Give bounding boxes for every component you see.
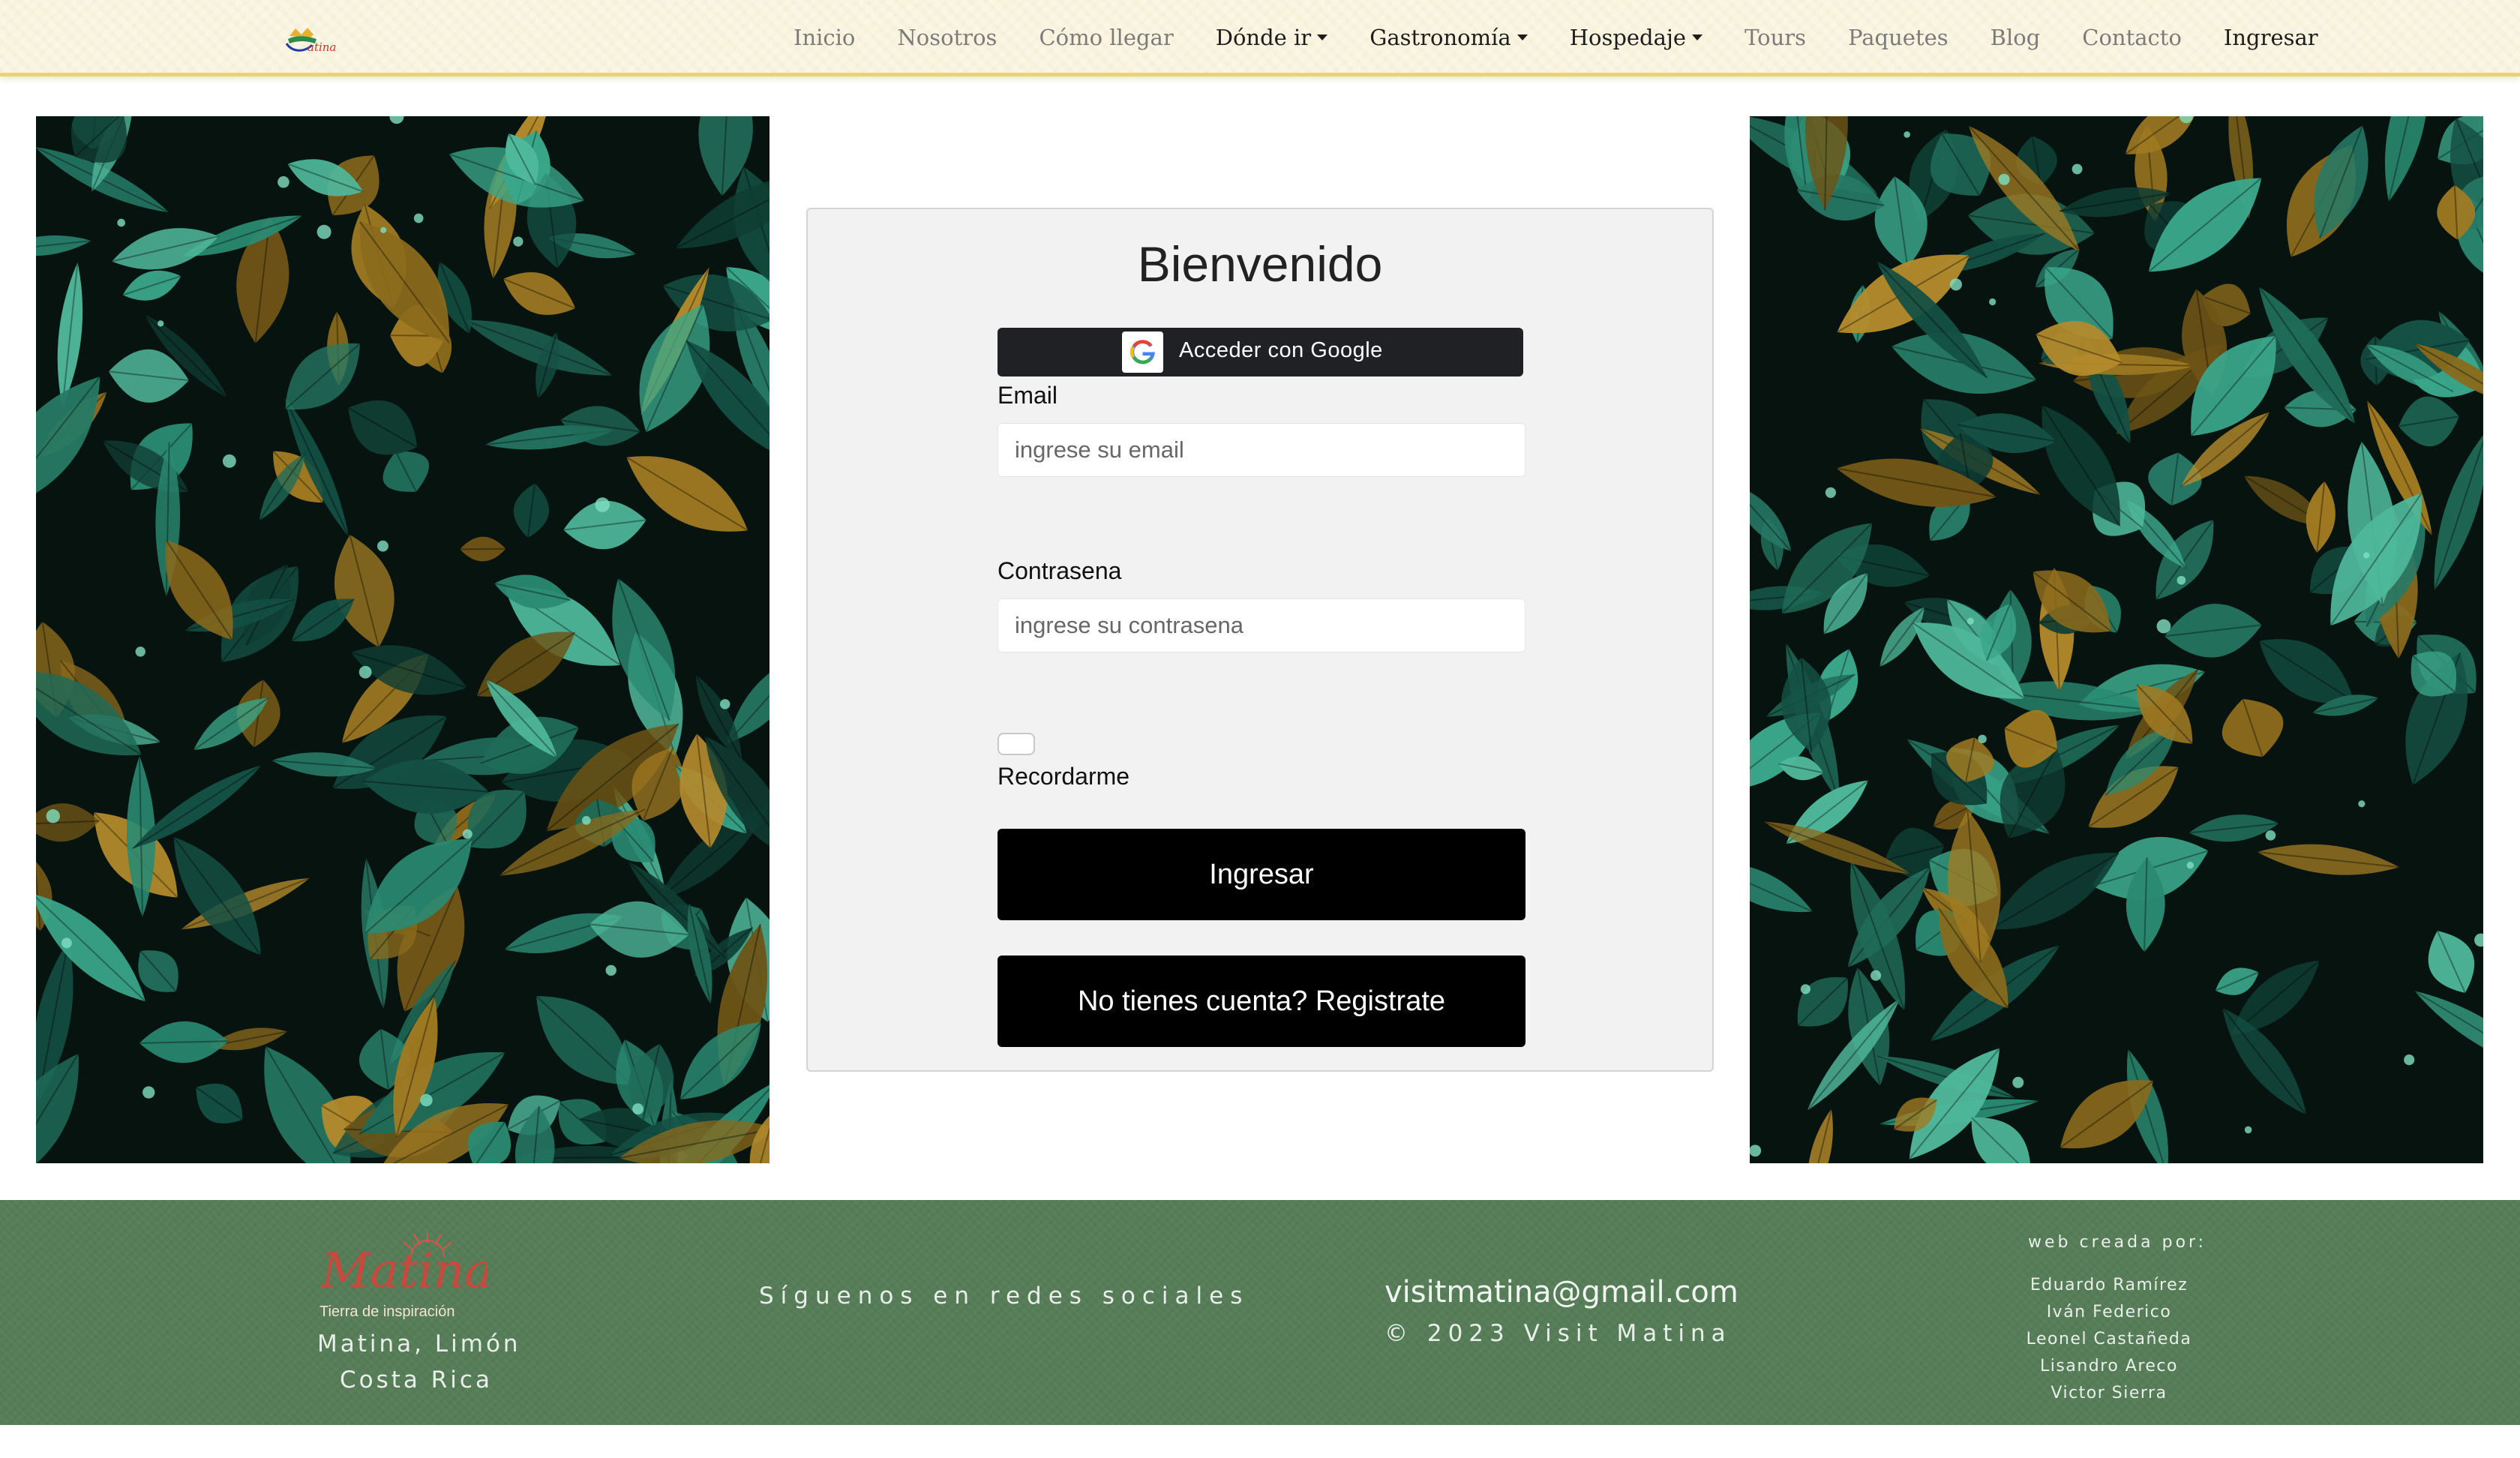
nav-links: Inicio Nosotros Cómo llegar Dónde ir Gastron…	[772, 0, 2339, 75]
nav-link-3[interactable]: Dónde ir	[1195, 25, 1348, 50]
footer-credit-name: Iván Federico	[2046, 1303, 2172, 1322]
nav-link-label: Cómo llegar	[1039, 25, 1174, 50]
nav-link-label: Contacto	[2082, 25, 2182, 50]
password-label: Contrasena	[998, 557, 1122, 584]
caret-down-icon	[1317, 34, 1328, 40]
nav-link-8[interactable]: Blog	[1970, 25, 2062, 50]
nav-link-7[interactable]: Paquetes	[1827, 25, 1970, 50]
nav-link-2[interactable]: Cómo llegar	[1018, 25, 1194, 50]
google-g-icon	[1122, 332, 1163, 373]
nav-link-label: Blog	[1990, 25, 2041, 50]
caret-down-icon	[1692, 34, 1703, 40]
login-card: Bienvenido Acceder con Google Email Cont…	[806, 208, 1714, 1072]
nav-link-1[interactable]: Nosotros	[876, 25, 1018, 50]
footer-logo: Matina	[320, 1233, 488, 1298]
email-input[interactable]	[998, 423, 1526, 477]
nav-link-0[interactable]: Inicio	[772, 25, 876, 50]
nav-link-label: Nosotros	[897, 25, 998, 50]
footer-tagline: Tierra de inspiración	[320, 1304, 455, 1320]
jungle-image-right	[1750, 116, 2483, 1163]
nav-link-10[interactable]: Ingresar	[2203, 25, 2339, 50]
footer-copyright: © 2023 Visit Matina	[1384, 1320, 1732, 1347]
login-submit-button[interactable]: Ingresar	[998, 829, 1526, 920]
footer-email-link[interactable]: visitmatina@gmail.com	[1384, 1275, 1738, 1310]
password-input[interactable]	[998, 598, 1526, 652]
nav-link-label: Ingresar	[2223, 25, 2318, 50]
footer-credit-name: Leonel Castañeda	[2026, 1330, 2192, 1348]
nav-link-label: Hospedaje	[1569, 25, 1687, 50]
nav-link-9[interactable]: Contacto	[2061, 25, 2203, 50]
email-label: Email	[998, 382, 1058, 409]
footer-logo-text: Matina	[320, 1244, 488, 1298]
footer-location-line2: Costa Rica	[340, 1366, 493, 1394]
nav-link-6[interactable]: Tours	[1724, 25, 1827, 50]
footer-credits-list: Eduardo Ramírez Iván Federico Leonel Casta…	[1950, 1272, 2268, 1407]
register-button[interactable]: No tienes cuenta? Registrate	[998, 956, 1526, 1047]
remember-me-label: Recordarme	[998, 763, 1130, 790]
footer-credit-name: Lisandro Areco	[2040, 1357, 2178, 1376]
svg-text:atina: atina	[308, 40, 336, 54]
remember-me-checkbox[interactable]	[998, 733, 1035, 755]
caret-down-icon	[1516, 34, 1528, 40]
nav-link-label: Dónde ir	[1215, 25, 1312, 50]
nav-link-5[interactable]: Hospedaje	[1549, 25, 1724, 50]
top-navbar: atina Inicio Nosotros Cómo llegar Dónde ir G…	[0, 0, 2520, 76]
nav-link-label: Tours	[1744, 25, 1807, 50]
nav-link-label: Gastronomía	[1370, 25, 1511, 50]
footer-credit-name: Eduardo Ramírez	[2030, 1276, 2188, 1294]
footer-social-text: Síguenos en redes sociales	[759, 1282, 1250, 1310]
nav-link-label: Inicio	[794, 25, 856, 50]
jungle-image-left	[36, 116, 770, 1163]
login-title: Bienvenido	[1137, 236, 1383, 292]
footer-credits-heading: web creada por:	[2028, 1233, 2207, 1252]
page-footer: Matina Tierra de inspiración Matina, Lim…	[0, 1200, 2520, 1425]
google-signin-label: Acceder con Google	[1179, 338, 1383, 362]
google-signin-button[interactable]: Acceder con Google	[998, 328, 1523, 376]
footer-credit-name: Victor Sierra	[2050, 1384, 2168, 1402]
footer-location-line1: Matina, Limón	[317, 1330, 521, 1358]
nav-link-4[interactable]: Gastronomía	[1348, 25, 1549, 50]
nav-link-label: Paquetes	[1848, 25, 1948, 50]
brand-logo[interactable]: atina	[285, 26, 346, 57]
